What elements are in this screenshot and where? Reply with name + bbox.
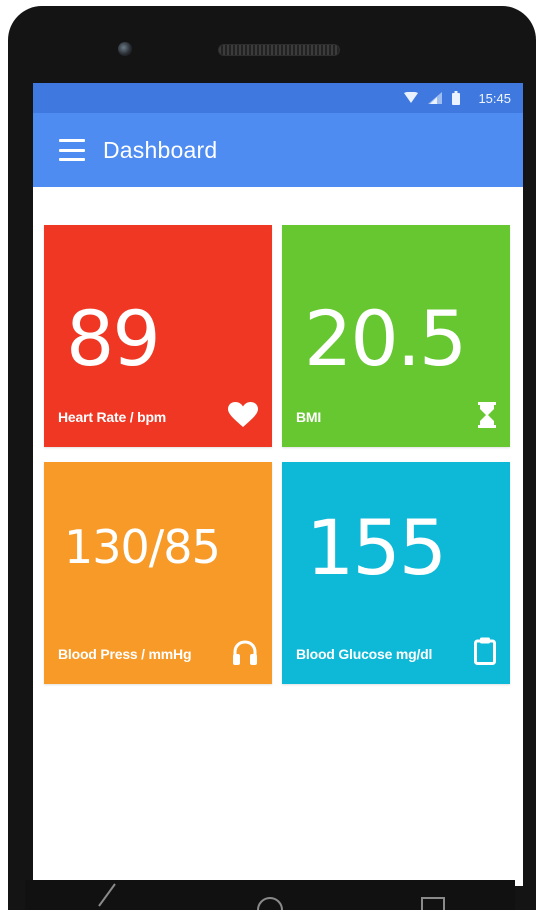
blood-glucose-value: 155 [306,503,447,592]
hourglass-icon [478,402,496,428]
heart-rate-tile[interactable]: 89 Heart Rate / bpm [44,225,272,447]
blood-glucose-tile[interactable]: 155 Blood Glucose mg/dl [282,462,510,684]
bmi-value: 20.5 [304,294,467,383]
back-icon[interactable] [87,880,127,910]
home-icon[interactable] [250,880,290,910]
status-time: 15:45 [478,90,511,106]
heart-rate-label: Heart Rate / bpm [58,409,167,425]
bmi-tile[interactable]: 20.5 BMI [282,225,510,447]
blood-pressure-tile[interactable]: 130/85 Blood Press / mmHg [44,462,272,684]
front-camera [118,42,132,56]
blood-glucose-label: Blood Glucose mg/dl [296,646,433,662]
signal-icon [428,92,443,104]
hamburger-menu-icon[interactable] [59,139,85,161]
headphones-icon [233,640,257,665]
status-bar: 15:45 [33,83,523,113]
system-nav-bar [25,880,515,910]
phone-frame: 15:45 Dashboard 89 Heart Rate / bpm 20.5… [8,6,536,910]
app-bar: Dashboard [33,113,523,187]
recents-icon[interactable] [413,880,453,910]
page-title: Dashboard [103,136,218,163]
battery-icon [452,91,461,105]
blood-pressure-value: 130/85 [64,520,221,574]
heart-icon [228,402,258,427]
bmi-label: BMI [296,409,322,425]
blood-pressure-label: Blood Press / mmHg [58,646,192,662]
wifi-icon [404,92,419,103]
app-screen: 15:45 Dashboard 89 Heart Rate / bpm 20.5… [33,83,523,886]
earpiece-speaker [218,44,340,56]
heart-rate-value: 89 [66,294,161,383]
dashboard-tiles: 89 Heart Rate / bpm 20.5 BMI 130/85 Bloo… [44,225,513,685]
clipboard-icon [474,637,496,665]
